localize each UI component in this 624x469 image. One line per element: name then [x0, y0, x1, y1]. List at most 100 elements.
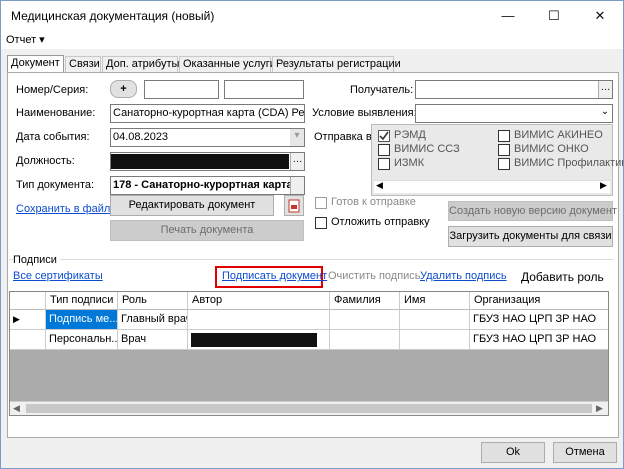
redacted-position — [111, 154, 289, 169]
row-indicator[interactable] — [10, 330, 46, 350]
table-cell-author[interactable] — [188, 310, 330, 330]
ellipsis-icon[interactable]: … — [290, 153, 304, 170]
ready-to-send-checkbox[interactable] — [315, 197, 327, 209]
table-cell-name[interactable] — [400, 330, 470, 350]
all-certificates-link[interactable]: Все сертификаты — [13, 270, 103, 282]
table-cell-name[interactable] — [400, 310, 470, 330]
section-divider — [9, 259, 613, 260]
column-header[interactable]: Имя — [400, 292, 470, 310]
create-new-version-button[interactable]: Создать новую версию документ — [448, 201, 617, 221]
close-button[interactable]: ✕ — [577, 1, 623, 31]
checkbox-vimis-onko-label: ВИМИС ОНКО — [514, 143, 589, 155]
ellipsis-icon[interactable] — [290, 177, 304, 194]
column-header[interactable]: Автор — [188, 292, 330, 310]
ok-button[interactable]: Ok — [481, 442, 545, 463]
table-cell-org[interactable]: ГБУЗ НАО ЦРП ЗР НАО — [470, 310, 608, 330]
number-input[interactable] — [144, 80, 219, 99]
chevron-down-icon[interactable]: ▾ — [290, 129, 304, 146]
row-indicator[interactable]: ▶ — [10, 310, 46, 330]
recipient-input[interactable]: … — [415, 80, 613, 99]
maximize-button[interactable]: ☐ — [531, 1, 577, 31]
tab-extra-attributes[interactable]: Доп. атрибуты — [102, 56, 179, 73]
ready-to-send-label: Готов к отправке — [331, 196, 416, 208]
dialog-window: Медицинская документация (новый) — ☐ ✕ О… — [0, 0, 624, 469]
checkbox-vimis-akineo-label: ВИМИС АКИНЕО — [514, 129, 603, 141]
horizontal-scrollbar[interactable]: ◀ ▶ — [374, 180, 610, 193]
checkbox-vimis-prof[interactable] — [498, 158, 510, 170]
minimize-button[interactable]: — — [485, 1, 531, 31]
print-document-button[interactable]: Печать документа — [110, 220, 304, 241]
date-label: Дата события: — [16, 131, 90, 143]
scroll-left-icon[interactable]: ◀ — [376, 180, 383, 191]
pdf-icon — [288, 199, 300, 213]
title-bar: Медицинская документация (новый) — ☐ ✕ — [1, 1, 623, 31]
checkbox-izmk-label: ИЗМК — [394, 157, 425, 169]
doctype-input[interactable]: 178 - Санаторно-курортная карта — [110, 176, 305, 195]
row-pointer-icon: ▶ — [13, 314, 20, 324]
add-number-button[interactable]: + — [110, 80, 137, 98]
row-header-corner — [10, 292, 46, 310]
tab-services[interactable]: Оказанные услуги — [179, 56, 276, 73]
table-cell-surname[interactable] — [330, 310, 400, 330]
column-header[interactable]: Роль — [118, 292, 188, 310]
edit-document-button[interactable]: Редактировать документ — [110, 195, 274, 216]
chevron-down-icon[interactable]: ⌄ — [598, 105, 612, 122]
doctype-value: 178 - Санаторно-курортная карта — [113, 179, 293, 191]
table-cell-role[interactable]: Врач — [118, 330, 188, 350]
table-cell-surname[interactable] — [330, 330, 400, 350]
send-to-label: Отправка в — [314, 131, 372, 143]
send-to-list: РЭМД ВИМИС АКИНЕО ВИМИС ССЗ ВИМИС ОНКО И… — [371, 124, 623, 196]
load-documents-button[interactable]: Загрузить документы для связи — [448, 226, 613, 247]
add-role-button[interactable]: Добавить роль — [521, 270, 604, 284]
checkbox-vimis-ssz[interactable] — [378, 144, 390, 156]
recipient-label: Получатель: — [350, 84, 414, 96]
table-scrollbar[interactable]: ◀ ▶ — [10, 401, 608, 415]
column-header[interactable]: Организация — [470, 292, 608, 310]
delete-signature-link[interactable]: Удалить подпись — [420, 270, 507, 282]
pdf-button[interactable] — [284, 195, 304, 216]
position-label: Должность: — [16, 155, 75, 167]
clear-signature-link[interactable]: Очистить подпись — [328, 270, 421, 282]
sign-document-link[interactable]: Подписать документ — [222, 270, 327, 282]
checkbox-vimis-ssz-label: ВИМИС ССЗ — [394, 143, 460, 155]
checkbox-izmk[interactable] — [378, 158, 390, 170]
checkbox-remd[interactable] — [378, 130, 390, 142]
window-title: Медицинская документация (новый) — [11, 9, 215, 23]
check-icon — [379, 131, 389, 141]
checkbox-vimis-onko[interactable] — [498, 144, 510, 156]
signatures-table: Тип подписи Роль Автор Фамилия Имя Орган… — [9, 291, 609, 416]
defer-send-label: Отложить отправку — [331, 216, 430, 228]
checkbox-remd-label: РЭМД — [394, 129, 426, 141]
condition-label: Условие выявления: — [312, 107, 417, 119]
table-cell-type[interactable]: Подпись ме... — [46, 310, 118, 330]
signatures-title: Подписи — [13, 254, 60, 266]
ellipsis-icon[interactable]: … — [598, 81, 612, 98]
defer-send-checkbox[interactable] — [315, 217, 327, 229]
redacted-author — [191, 333, 317, 347]
table-cell-type[interactable]: Персональн... — [46, 330, 118, 350]
position-input[interactable]: … — [110, 152, 305, 171]
number-label: Номер/Серия: — [16, 84, 89, 96]
date-input[interactable]: 04.08.2023 ▾ — [110, 128, 305, 147]
table-cell-author[interactable] — [188, 330, 330, 350]
scroll-right-icon[interactable]: ▶ — [596, 403, 603, 414]
scroll-right-icon[interactable]: ▶ — [600, 180, 607, 191]
column-header[interactable]: Тип подписи — [46, 292, 118, 310]
menu-bar: Отчет ▾ — [1, 31, 623, 49]
table-cell-org[interactable]: ГБУЗ НАО ЦРП ЗР НАО — [470, 330, 608, 350]
checkbox-vimis-akineo[interactable] — [498, 130, 510, 142]
tab-registration-results[interactable]: Результаты регистрации — [272, 56, 401, 73]
name-label: Наименование: — [16, 107, 96, 119]
series-input[interactable] — [224, 80, 304, 99]
menu-report[interactable]: Отчет ▾ — [6, 33, 45, 46]
scrollbar-thumb[interactable] — [26, 404, 592, 413]
condition-select[interactable]: ⌄ — [415, 104, 613, 123]
doctype-label: Тип документа: — [16, 179, 95, 191]
save-to-file-link[interactable]: Сохранить в файл — [16, 203, 110, 215]
tab-links[interactable]: Связи — [65, 56, 101, 73]
table-cell-role[interactable]: Главный врач — [118, 310, 188, 330]
scroll-left-icon[interactable]: ◀ — [13, 403, 20, 414]
column-header[interactable]: Фамилия — [330, 292, 400, 310]
cancel-button[interactable]: Отмена — [553, 442, 617, 463]
name-input[interactable]: Санаторно-курортная карта (CDA) Редакци — [110, 104, 305, 123]
